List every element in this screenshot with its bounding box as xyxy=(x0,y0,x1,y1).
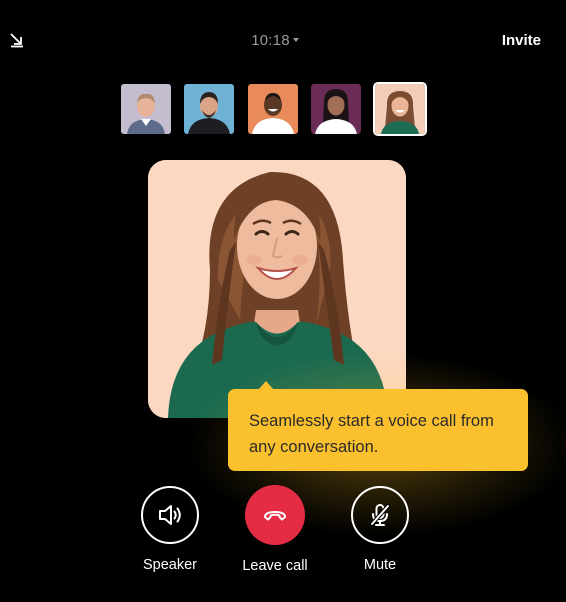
leave-call-control: Leave call xyxy=(230,484,320,574)
call-timer-text: 10:18 xyxy=(251,32,290,49)
leave-call-label: Leave call xyxy=(242,558,308,574)
leave-call-button[interactable] xyxy=(245,485,305,545)
speaker-portrait xyxy=(148,160,406,418)
call-header: 10:18 Invite xyxy=(0,0,566,84)
mute-control: Mute xyxy=(335,484,425,573)
hang-up-phone-icon xyxy=(264,511,286,521)
speaker-icon xyxy=(159,505,181,525)
speaker-button[interactable] xyxy=(141,486,199,544)
speaker-control: Speaker xyxy=(125,484,215,573)
participant-avatar[interactable] xyxy=(248,84,298,134)
mute-button[interactable] xyxy=(351,486,409,544)
call-controls: Speaker Leave call Mute xyxy=(0,484,566,594)
speaker-label: Speaker xyxy=(142,557,197,573)
microphone-muted-icon xyxy=(370,504,390,526)
participant-avatar[interactable] xyxy=(311,84,361,134)
caret-down-icon xyxy=(292,38,299,43)
tooltip-text: Seamlessly start a voice call from any c… xyxy=(249,412,494,456)
participant-avatar[interactable] xyxy=(121,84,171,134)
participant-avatar[interactable] xyxy=(184,84,234,134)
call-timer[interactable]: 10:18 xyxy=(0,32,550,49)
mute-label: Mute xyxy=(363,557,397,573)
participant-avatar[interactable] xyxy=(375,84,425,134)
active-speaker-video xyxy=(148,160,406,418)
feature-tooltip: Seamlessly start a voice call from any c… xyxy=(228,381,528,471)
invite-button[interactable]: Invite xyxy=(502,32,541,49)
